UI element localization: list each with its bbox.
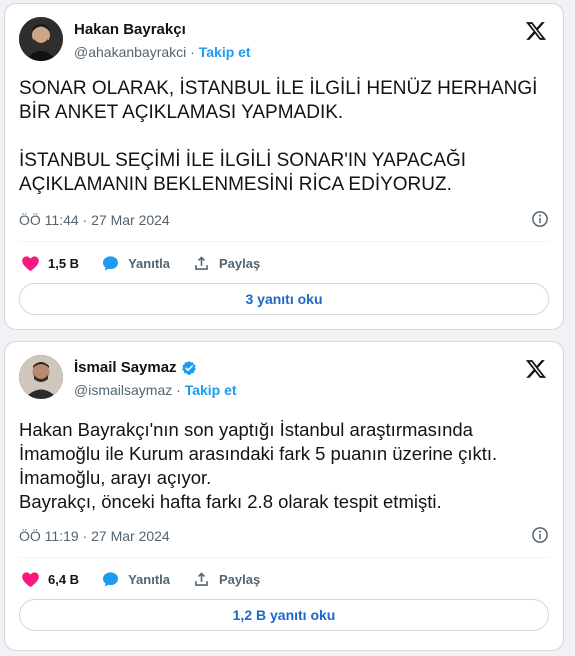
reply-label: Yanıtla — [128, 256, 170, 271]
author-handle[interactable]: @ismailsaymaz — [74, 382, 172, 398]
heart-icon — [22, 572, 39, 588]
reply-bubble-icon — [103, 256, 119, 271]
like-count: 1,5 B — [48, 256, 80, 271]
tweet-text: Hakan Bayrakçı'nın son yaptığı İstanbul … — [19, 419, 498, 512]
info-icon[interactable] — [531, 526, 549, 544]
read-replies-button[interactable]: 1,2 B yanıtı oku — [19, 599, 549, 631]
reply-button[interactable]: Yanıtla — [101, 570, 170, 589]
reply-button[interactable]: Yanıtla — [101, 254, 170, 273]
avatar[interactable] — [19, 355, 63, 399]
share-label: Paylaş — [219, 572, 261, 587]
share-label: Paylaş — [219, 256, 261, 271]
heart-icon — [22, 256, 39, 272]
author-handle[interactable]: @ahakanbayrakci — [74, 44, 186, 60]
tweet-text: SONAR OLARAK, İSTANBUL İLE İLGİLİ HENÜZ … — [19, 78, 538, 195]
x-logo-icon[interactable] — [525, 20, 547, 42]
author-name[interactable]: Hakan Bayrakçı — [74, 21, 186, 38]
divider — [19, 557, 549, 558]
share-button[interactable]: Paylaş — [192, 570, 260, 589]
tweet-card-1[interactable]: Hakan Bayrakçı @ahakanbayrakci · Takip e… — [4, 3, 564, 330]
read-replies-button[interactable]: 3 yanıtı oku — [19, 283, 549, 315]
timestamp[interactable]: ÖÖ 11:44 · 27 Mar 2024 — [19, 212, 170, 228]
like-button[interactable]: 6,4 B — [21, 570, 79, 589]
tweet-card-2[interactable]: İsmail Saymaz @ismailsaymaz · Takip et H… — [4, 341, 564, 651]
verified-badge-icon — [181, 360, 196, 375]
like-count: 6,4 B — [48, 572, 80, 587]
action-bar: 6,4 B Yanıtla Paylaş — [21, 570, 282, 589]
author-name[interactable]: İsmail Saymaz — [74, 359, 177, 376]
separator: · — [172, 382, 185, 398]
follow-button[interactable]: Takip et — [199, 44, 251, 60]
tweet-header: İsmail Saymaz @ismailsaymaz · Takip et — [19, 352, 549, 400]
avatar[interactable] — [19, 17, 63, 61]
divider — [19, 241, 549, 242]
share-icon — [195, 256, 208, 270]
reply-label: Yanıtla — [128, 572, 170, 587]
x-logo-icon[interactable] — [525, 358, 547, 380]
reply-bubble-icon — [103, 572, 119, 587]
action-bar: 1,5 B Yanıtla Paylaş — [21, 254, 282, 273]
tweet-header: Hakan Bayrakçı @ahakanbayrakci · Takip e… — [19, 14, 549, 62]
follow-button[interactable]: Takip et — [185, 382, 237, 398]
share-button[interactable]: Paylaş — [192, 254, 260, 273]
separator: · — [186, 44, 199, 60]
timestamp[interactable]: ÖÖ 11:19 · 27 Mar 2024 — [19, 528, 170, 544]
like-button[interactable]: 1,5 B — [21, 254, 79, 273]
info-icon[interactable] — [531, 210, 549, 228]
share-icon — [195, 572, 208, 586]
